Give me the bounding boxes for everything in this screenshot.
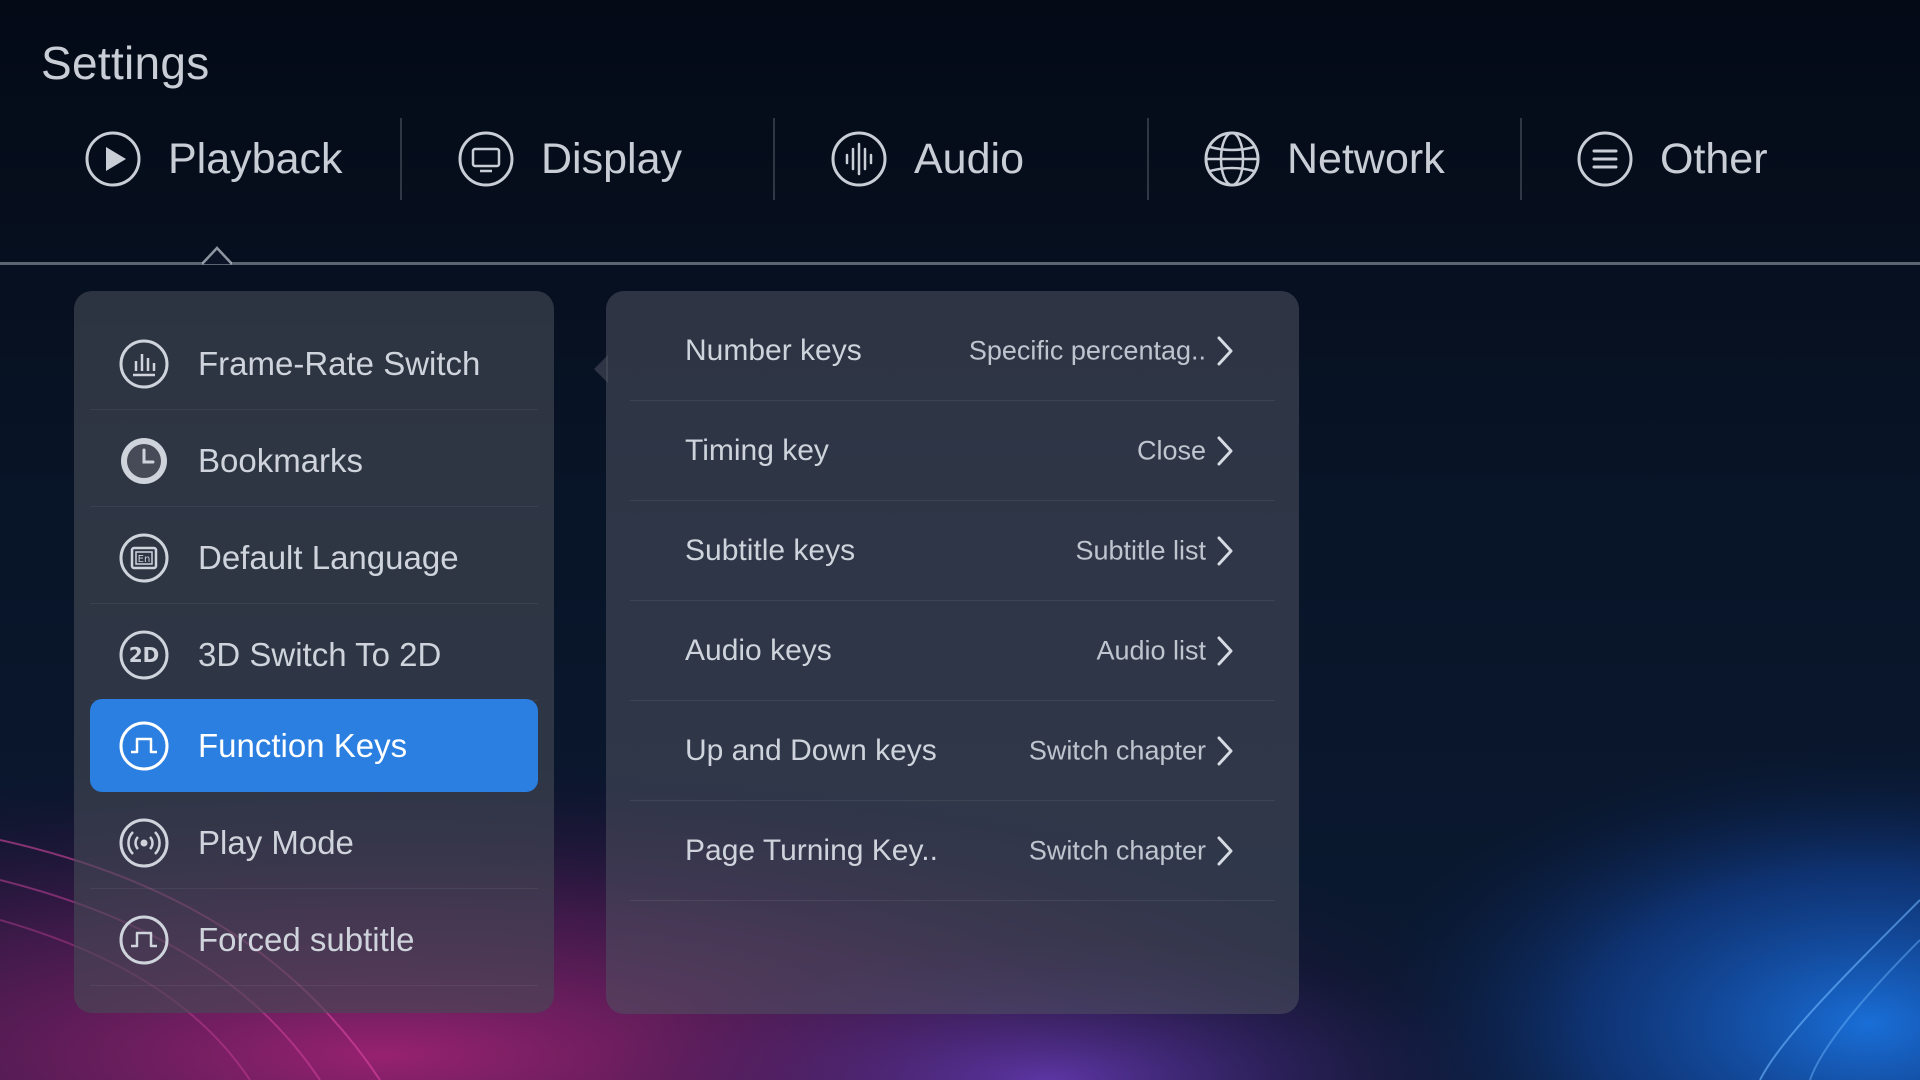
menu-item-forced-subtitle[interactable]: Forced subtitle bbox=[90, 893, 538, 986]
svg-text:En: En bbox=[138, 554, 151, 565]
setting-value: Subtitle list bbox=[1075, 535, 1206, 566]
chevron-right-icon bbox=[1217, 836, 1233, 866]
setting-label: Number keys bbox=[685, 334, 862, 367]
active-tab-caret-icon bbox=[202, 246, 232, 265]
pulse-square-icon bbox=[119, 721, 169, 770]
setting-row-timing-key[interactable]: Timing key Close bbox=[630, 401, 1275, 501]
setting-value: Close bbox=[1136, 435, 1206, 466]
menu-item-label: Default Language bbox=[198, 538, 459, 576]
pulse-square-icon bbox=[119, 915, 169, 964]
tab-network[interactable]: Network bbox=[1203, 118, 1445, 200]
setting-row-up-and-down-keys[interactable]: Up and Down keys Switch chapter bbox=[630, 701, 1275, 801]
menu-item-label: 3D Switch To 2D bbox=[198, 635, 442, 673]
tab-divider bbox=[773, 118, 775, 200]
setting-label: Subtitle keys bbox=[685, 534, 856, 567]
setting-label: Up and Down keys bbox=[685, 734, 937, 767]
setting-row-subtitle-keys[interactable]: Subtitle keys Subtitle list bbox=[630, 501, 1275, 601]
broadcast-icon bbox=[119, 818, 169, 867]
page-title: Settings bbox=[41, 37, 210, 89]
menu-item-function-keys[interactable]: Function Keys bbox=[90, 699, 538, 792]
tab-label: Other bbox=[1660, 134, 1768, 183]
menu-item-play-mode[interactable]: Play Mode bbox=[90, 796, 538, 889]
tab-divider bbox=[1520, 118, 1522, 200]
clock-icon bbox=[121, 437, 167, 484]
setting-label: Audio keys bbox=[685, 634, 832, 667]
setting-label: Timing key bbox=[685, 434, 829, 467]
chevron-right-icon bbox=[1217, 636, 1233, 666]
tab-playback[interactable]: Playback bbox=[84, 118, 342, 200]
bar-chart-icon bbox=[119, 339, 169, 388]
setting-row-number-keys[interactable]: Number keys Specific percentag.. bbox=[630, 301, 1275, 401]
language-en-icon: En bbox=[119, 533, 169, 582]
menu-item-label: Forced subtitle bbox=[198, 920, 415, 958]
setting-label: Page Turning Key.. bbox=[685, 834, 938, 867]
setting-row-page-turning-key[interactable]: Page Turning Key.. Switch chapter bbox=[630, 801, 1275, 901]
chevron-right-icon bbox=[1217, 536, 1233, 566]
menu-item-label: Bookmarks bbox=[198, 441, 364, 479]
audio-waveform-icon bbox=[831, 131, 887, 187]
tab-display[interactable]: Display bbox=[457, 118, 682, 200]
monitor-icon bbox=[458, 131, 514, 187]
globe-icon bbox=[1204, 131, 1260, 187]
tab-divider bbox=[400, 118, 402, 200]
chevron-right-icon bbox=[1217, 436, 1233, 466]
menu-item-label: Frame-Rate Switch bbox=[198, 344, 481, 382]
play-icon bbox=[85, 131, 141, 187]
tab-label: Display bbox=[541, 134, 682, 183]
category-menu: Frame-Rate Switch Bookmarks En Default L… bbox=[74, 291, 554, 1013]
chevron-right-icon bbox=[1217, 736, 1233, 766]
setting-value: Switch chapter bbox=[1028, 735, 1206, 766]
menu-item-default-language[interactable]: En Default Language bbox=[90, 511, 538, 604]
setting-value: Audio list bbox=[1096, 635, 1206, 666]
tab-label: Playback bbox=[168, 134, 343, 183]
menu-item-frame-rate-switch[interactable]: Frame-Rate Switch bbox=[90, 317, 538, 410]
tab-other[interactable]: Other bbox=[1576, 118, 1768, 200]
setting-row-audio-keys[interactable]: Audio keys Audio list bbox=[630, 601, 1275, 701]
tab-label: Audio bbox=[914, 134, 1024, 183]
menu-item-label: Function Keys bbox=[198, 726, 408, 764]
chevron-right-icon bbox=[1217, 336, 1233, 366]
tab-label: Network bbox=[1287, 134, 1445, 183]
menu-lines-icon bbox=[1577, 131, 1633, 187]
setting-value: Switch chapter bbox=[1028, 835, 1206, 866]
menu-item-bookmarks[interactable]: Bookmarks bbox=[90, 414, 538, 507]
tab-divider bbox=[1147, 118, 1149, 200]
2d-icon: 2D bbox=[119, 630, 169, 679]
settings-panel: Number keys Specific percentag.. Timing … bbox=[606, 291, 1299, 1014]
menu-item-3d-switch-to-2d[interactable]: 2D 3D Switch To 2D bbox=[90, 608, 538, 701]
tab-bar: Playback Display Audio Network Other bbox=[0, 118, 1920, 248]
tab-underline bbox=[0, 262, 1920, 265]
tab-audio[interactable]: Audio bbox=[830, 118, 1024, 200]
setting-value: Specific percentag.. bbox=[968, 335, 1206, 366]
svg-text:2D: 2D bbox=[129, 643, 160, 667]
menu-item-label: Play Mode bbox=[198, 823, 354, 861]
